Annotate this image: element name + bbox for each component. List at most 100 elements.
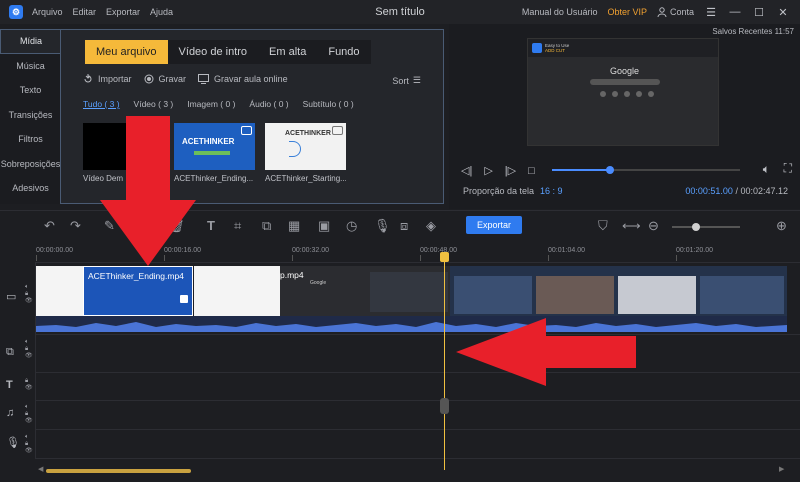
menu-exportar[interactable]: Exportar — [106, 7, 140, 17]
timeline-zoom-slider[interactable] — [672, 223, 740, 231]
account-button[interactable]: Conta — [657, 7, 694, 17]
sidebar-item-transicoes[interactable]: Transições — [0, 103, 61, 128]
green-screen-icon[interactable]: ⧈ — [400, 218, 408, 234]
filter-tudo[interactable]: Tudo ( 3 ) — [83, 99, 120, 109]
sidebar-item-midia[interactable]: Mídia — [0, 29, 61, 54]
menu-editar[interactable]: Editar — [73, 7, 97, 17]
next-frame-icon[interactable]: |▷ — [505, 164, 516, 177]
playhead-grip[interactable] — [440, 398, 449, 414]
get-vip-link[interactable]: Obter VIP — [607, 7, 647, 17]
mosaic-icon[interactable]: ▦ — [288, 218, 300, 234]
record-button[interactable]: Gravar — [144, 74, 187, 84]
track-controls-icon[interactable]: 🔈︎ 🔒︎ 👁︎ — [25, 404, 33, 425]
freeze-frame-icon[interactable]: ▣ — [318, 218, 330, 234]
playhead[interactable] — [440, 252, 449, 470]
fit-timeline-icon[interactable]: ⟷ — [622, 218, 641, 234]
tab-video-de-intro[interactable]: Vídeo de intro — [168, 40, 259, 64]
sidebar-item-musica[interactable]: Música — [0, 54, 61, 79]
timeline-scrollbar[interactable] — [46, 469, 191, 473]
sidebar-item-texto[interactable]: Texto — [0, 78, 61, 103]
track-controls-icon[interactable]: 🔈︎ 🔒︎ 👁︎ — [25, 339, 33, 360]
sidebar-item-adesivos[interactable]: Adesivos — [0, 176, 61, 201]
track-controls-icon[interactable]: 🔈︎ 🔒︎ 👁︎ — [25, 434, 33, 455]
undo-icon[interactable]: ↶ — [44, 218, 55, 234]
shortcut-icon — [636, 91, 642, 97]
redo-icon[interactable]: ↷ — [70, 218, 81, 234]
play-icon[interactable]: ▷ — [484, 164, 492, 177]
audio-waveform[interactable] — [36, 316, 787, 332]
track-controls-icon[interactable]: 🔈︎ 🔒︎ 👁︎ — [25, 284, 33, 305]
stop-icon[interactable]: □ — [528, 165, 535, 177]
zoom-in-icon[interactable]: ⊕ — [776, 218, 787, 234]
export-button[interactable]: Exportar — [466, 216, 522, 234]
ruler-tick-mark — [420, 255, 421, 261]
tab-fundo[interactable]: Fundo — [317, 40, 370, 64]
video-clip[interactable]: p.mp4 Google — [280, 266, 450, 316]
import-icon — [84, 74, 92, 83]
sort-button[interactable]: Sort ☰ — [392, 75, 421, 86]
speed-icon[interactable]: ◷ — [346, 218, 357, 234]
split-icon[interactable]: ⧉ — [262, 218, 271, 234]
filter-audio[interactable]: Áudio ( 0 ) — [249, 99, 288, 109]
filter-imagem[interactable]: Imagem ( 0 ) — [187, 99, 235, 109]
video-clip[interactable] — [450, 266, 787, 316]
account-label: Conta — [669, 7, 694, 17]
seek-bar-handle[interactable] — [606, 166, 615, 174]
seek-bar[interactable] — [552, 166, 740, 174]
video-track-icon: ▭ — [6, 291, 17, 303]
record-online-class-label: Gravar aula online — [214, 74, 288, 84]
import-button[interactable]: Importar — [83, 74, 132, 84]
overlay-logo-icon — [532, 43, 542, 53]
media-item[interactable]: ACETHINKER ACEThinker_Starting... — [265, 123, 346, 183]
video-clip-thumbnail[interactable] — [194, 266, 280, 316]
playhead-handle[interactable] — [440, 252, 449, 262]
record-online-class-button[interactable]: Gravar aula online — [198, 74, 288, 84]
color-fill-icon[interactable]: ◈ — [426, 218, 436, 234]
scroll-left-icon[interactable]: ◀ — [38, 465, 43, 473]
microphone-icon[interactable]: 🎙︎ — [374, 218, 391, 234]
volume-icon[interactable]: 🔈︎ — [763, 162, 770, 177]
clip-frame — [454, 276, 532, 314]
aspect-ratio-value[interactable]: 16 : 9 — [540, 186, 563, 196]
text-track-icon: T — [6, 379, 13, 391]
preview-panel: Salvos Recentes 11:57 Easy to Use ADD CUT… — [449, 24, 800, 209]
tab-em-alta[interactable]: Em alta — [258, 40, 317, 64]
filter-subtitulo[interactable]: Subtítulo ( 0 ) — [303, 99, 354, 109]
video-clip-selected[interactable]: ACEThinker_Ending.mp4 — [83, 266, 193, 316]
music-track-header: ♫ 🔈︎ 🔒︎ 👁︎ — [0, 400, 36, 429]
track-controls-icon[interactable]: 🔒︎ 👁︎ — [25, 378, 33, 392]
minimize-icon[interactable]: — — [728, 6, 742, 18]
maximize-icon[interactable]: ☐ — [752, 6, 766, 19]
user-manual-link[interactable]: Manual do Usuário — [522, 7, 598, 17]
scroll-right-icon[interactable]: ▶ — [779, 465, 784, 473]
filter-video[interactable]: Vídeo ( 3 ) — [134, 99, 174, 109]
tab-meu-arquivo[interactable]: Meu arquivo — [85, 40, 168, 64]
clip-frame — [536, 276, 614, 314]
previous-frame-icon[interactable]: ◁| — [461, 164, 472, 177]
screen-record-icon — [198, 74, 210, 84]
music-track — [0, 400, 800, 429]
video-clip-thumbnail[interactable] — [36, 266, 83, 316]
clip-name: ACEThinker_Ending.mp4 — [88, 271, 184, 281]
category-sidebar: Mídia Música Texto Transições Filtros So… — [0, 29, 61, 204]
zoom-out-icon[interactable]: ⊖ — [648, 218, 659, 234]
menu-arquivo[interactable]: Arquivo — [32, 7, 63, 17]
close-icon[interactable]: ✕ — [776, 6, 790, 19]
video-preview[interactable]: Easy to Use ADD CUT Google — [527, 38, 719, 146]
fullscreen-icon[interactable]: ⛶ — [784, 161, 792, 176]
text-icon[interactable]: T — [207, 218, 215, 233]
marker-icon[interactable]: ⛉ — [598, 218, 608, 234]
crop-icon[interactable]: ⌗ — [234, 218, 241, 234]
preview-topbar: Easy to Use ADD CUT — [528, 39, 718, 57]
ruler-tick-mark — [36, 255, 37, 261]
menu-ajuda[interactable]: Ajuda — [150, 7, 173, 17]
zoom-slider-handle[interactable] — [691, 223, 700, 231]
current-time: 00:00:51.00 — [685, 186, 733, 196]
ruler-tick-mark — [292, 255, 293, 261]
record-label: Gravar — [158, 74, 187, 84]
sidebar-item-sobreposicoes[interactable]: Sobreposições — [0, 152, 61, 177]
sidebar-item-filtros[interactable]: Filtros — [0, 127, 61, 152]
camera-icon — [241, 126, 252, 135]
menu-icon[interactable]: ☰ — [704, 6, 718, 19]
total-time: / 00:02:47.12 — [735, 186, 788, 196]
